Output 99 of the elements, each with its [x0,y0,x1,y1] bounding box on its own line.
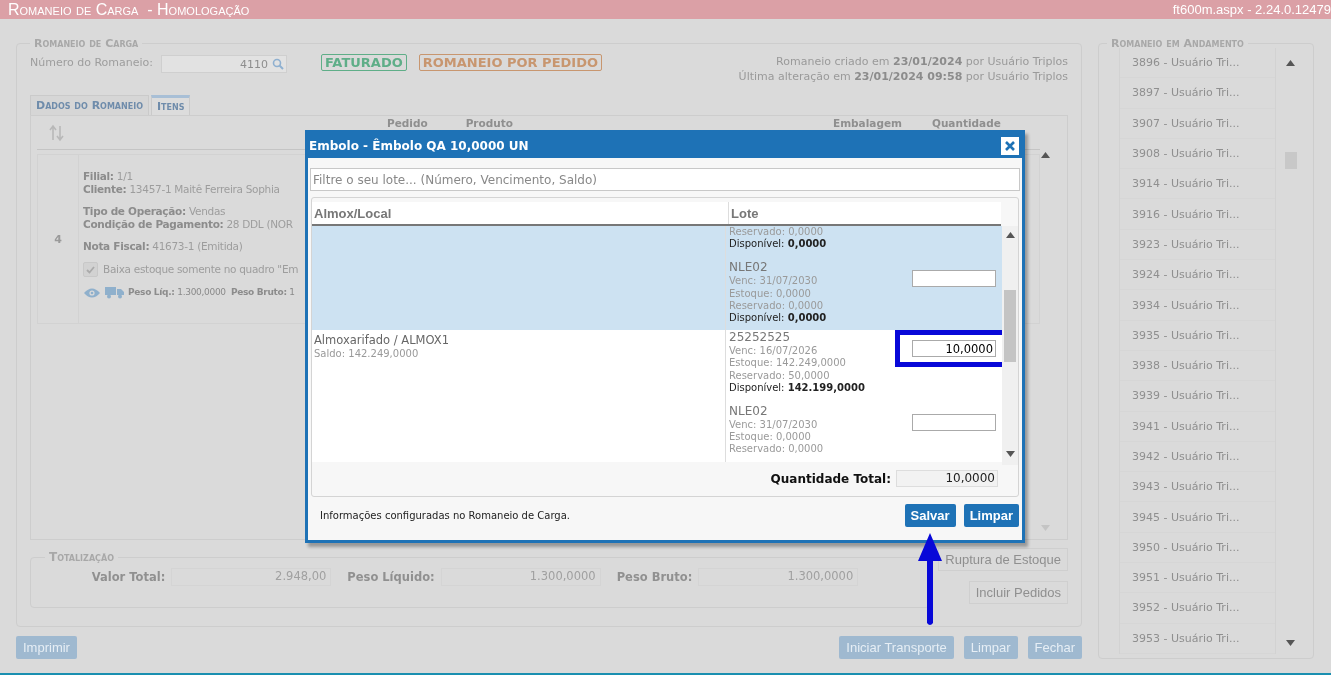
list-item[interactable]: 3907 - Usuário Tri... [1120,108,1275,139]
footer-button[interactable]: Limpar [963,636,1018,659]
item-detail: Nota Fiscal: 41673-1 (Emitida) [83,240,243,253]
quantity-input[interactable] [912,270,996,288]
status-badge: FATURADO [320,54,407,71]
lot-detail: Estoque: 0,0000 [729,287,812,300]
lot-detail: Venc: 16/07/2026 [729,345,819,358]
list-item[interactable]: 3945 - Usuário Tri... [1120,502,1275,533]
total-value: 1.300,0000 [698,568,859,586]
footer-button[interactable]: Imprimir [16,636,77,659]
list-item[interactable]: 3896 - Usuário Tri... [1120,48,1275,79]
list-item[interactable]: 3924 - Usuário Tri... [1120,260,1275,291]
total-value: 10,0000 [896,470,998,487]
total-label: Valor Total: [91,570,166,584]
column-header: Pedido [387,117,428,129]
lot-detail: Venc: 31/07/2030 [729,275,819,288]
total-label: Quantidade Total: [770,471,891,486]
scrollbar-thumb[interactable] [1004,290,1016,362]
checkbox[interactable] [83,262,98,277]
list-item[interactable]: 3935 - Usuário Tri... [1120,320,1275,351]
eye-icon[interactable] [83,286,101,299]
close-icon [1005,140,1015,151]
list-item[interactable]: 3934 - Usuário Tri... [1120,290,1275,321]
truck-icon[interactable] [105,286,124,299]
scroll-up-icon[interactable] [1286,60,1295,66]
list-item[interactable]: 3923 - Usuário Tri... [1120,229,1275,261]
item-detail: Filial: 1/1 [83,170,133,183]
list-item[interactable]: 3916 - Usuário Tri... [1120,199,1275,230]
filter-field[interactable]: Filtre o seu lote... (Número, Vencimento, Saldo) [310,168,1020,191]
lot-number: 25252525 [729,330,792,346]
dialog-title: Embolo - Êmbolo QA 10,0000 UN [309,138,529,153]
quantity-input[interactable] [912,414,996,432]
footer-button[interactable]: Fechar [1027,636,1082,659]
search-icon[interactable] [271,58,284,70]
lot-detail: Reservado: 0,0000 [729,299,825,312]
item-detail: Tipo de Operação: Vendas [83,205,226,218]
list-item[interactable]: 3942 - Usuário Tri... [1120,441,1275,473]
dialog-button[interactable]: Limpar [963,504,1019,527]
checkbox-label: Baixa estoque somente no quadro "Em [103,263,299,276]
list-item[interactable]: 3943 - Usuário Tri... [1120,472,1275,503]
action-button[interactable]: Ruptura de Estoque [938,548,1068,571]
app-title: Romaneio de Carga - Homologação [8,0,250,19]
total-value: 1.300,0000 [440,568,601,586]
list-item[interactable]: 3939 - Usuário Tri... [1120,381,1275,412]
balance-text: Saldo: 142.249,0000 [314,348,420,360]
scroll-down-icon[interactable] [1286,639,1295,646]
footer-button[interactable]: Iniciar Transporte [839,636,954,659]
list-item[interactable]: 3914 - Usuário Tri... [1120,169,1275,200]
total-label: Peso Líquido: [347,570,435,584]
tab[interactable]: Dados do Romaneio [30,95,149,115]
dialog-button[interactable]: Salvar [904,504,956,527]
lot-group-row[interactable]: Reservado: 0,0000 Disponível: 0,0000 NLE02 Venc: 31/07/2030 Estoque: 0,0000 Reservado: 0,0000 Disponível: 0,0000 [312,226,1002,331]
column-header: Almox/Local [312,202,729,224]
list-item[interactable]: 3941 - Usuário Tri... [1120,411,1275,442]
available-text: Disponível: 142.199,0000 [729,381,866,395]
close-button[interactable] [1001,136,1019,155]
column-header: Embalagem [833,117,902,129]
number-field[interactable]: 4110 [160,55,287,73]
available-text: Disponível: 0,0000 [729,238,828,251]
list-item[interactable]: 3950 - Usuário Tri... [1120,532,1275,564]
lot-detail: Reservado: 0,0000 [729,443,825,456]
version-text: ft600m.aspx - 2.24.0.12479 [1172,2,1331,17]
total-label: Peso Bruto: [616,570,693,584]
lot-detail: Estoque: 0,0000 [729,431,812,444]
weight-text: Peso Líq.: 1.300,0000 Peso Bruto: 1 [128,286,295,299]
scroll-down-icon[interactable] [1005,451,1015,457]
field-label: Número do Romaneio: [30,56,153,69]
action-button[interactable]: Incluir Pedidos [968,581,1068,604]
scroll-up-icon[interactable] [1005,232,1015,238]
list-item[interactable]: 3938 - Usuário Tri... [1120,350,1275,382]
quantity-input[interactable]: 10,0000 [912,340,996,358]
lot-detail: Reservado: 0,0000 [729,226,825,238]
check-icon [86,265,95,274]
lot-detail: Estoque: 142.249,0000 [729,357,847,370]
info-text: Última alteração em 23/01/2024 09:58 por Usuário Triplos [738,69,1068,84]
info-text: Informações configuradas no Romaneio de Carga. [320,510,571,521]
column-header: Lote [730,204,759,223]
lot-number: NLE02 [729,404,769,420]
item-detail: Condição de Pagamento: 28 DDL (NOR [83,218,293,231]
total-value: 2.948,00 [171,568,332,586]
list-item[interactable]: 3953 - Usuário Tri... [1120,623,1275,654]
list-item[interactable]: 3897 - Usuário Tri... [1120,78,1275,109]
scroll-up-icon[interactable] [1040,152,1050,158]
lot-detail: Venc: 31/07/2030 [729,419,819,432]
status-badge: ROMANEIO POR PEDIDO [418,54,602,71]
column-header: Produto [465,117,513,129]
info-text: Romaneio criado em 23/01/2024 por Usuário Triplos [775,54,1068,69]
available-text: Disponível: 0,0000 [729,312,828,325]
tab[interactable]: Itens [151,95,191,115]
lot-number: NLE02 [729,260,769,276]
list-item[interactable]: 3908 - Usuário Tri... [1120,138,1275,170]
lot-group-row[interactable]: Almoxarifado / ALMOX1 Saldo: 142.249,0000 25252525 Venc: 16/07/2026 Estoque: 142.249,0000 Reservado: 50,0000 Disponível: 142.199,0000 10,0000 NLE02 Venc: 31/07/2030 Estoque: 0,0000 Reservado: 0,0000 [312,330,1002,462]
list-item[interactable]: 3951 - Usuário Tri... [1120,563,1275,594]
column-header: Quantidade [931,117,1001,129]
location-name: Almoxarifado / ALMOX1 [314,333,451,348]
list-item[interactable]: 3952 - Usuário Tri... [1120,593,1275,624]
lot-detail: Reservado: 50,0000 [729,369,831,382]
item-detail: Cliente: 13457-1 Maitê Ferreira Sophia [83,183,280,196]
item-number: 4 [37,154,79,324]
